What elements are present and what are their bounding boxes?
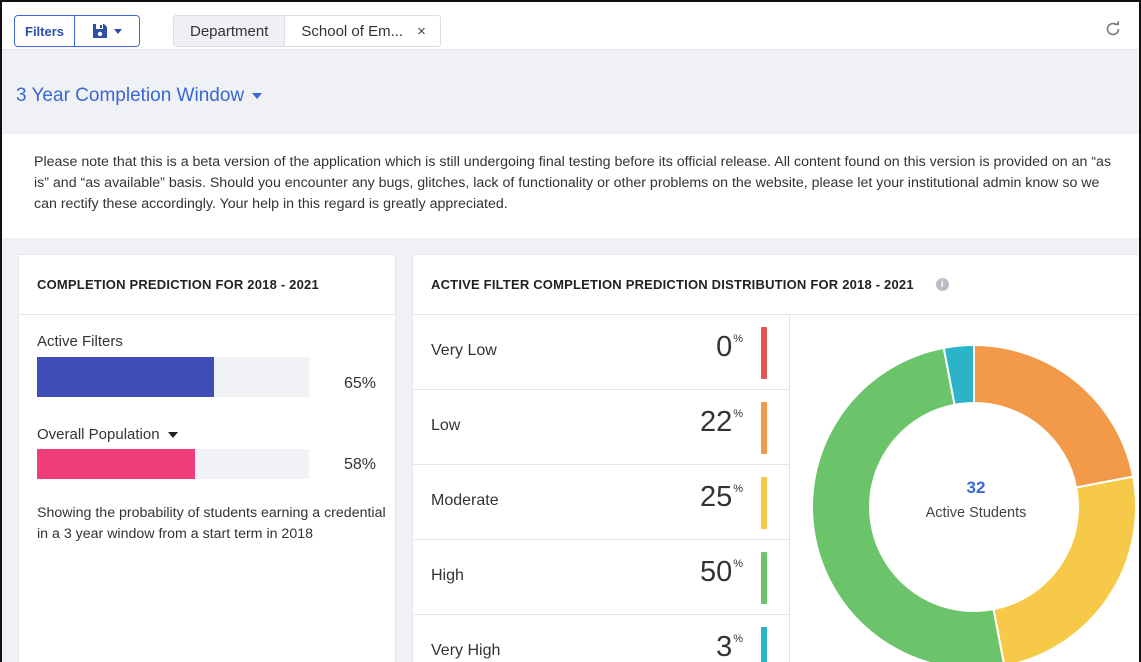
overall-population-bar-fill (37, 449, 195, 479)
top-toolbar: Filters Department School of Em... × (2, 2, 1139, 50)
active-filters-bar (37, 357, 309, 397)
active-filters-label: Active Filters (37, 333, 123, 350)
filters-button[interactable]: Filters (15, 16, 76, 46)
overall-population-label: Overall Population (37, 426, 160, 443)
distribution-row-value: 25% (699, 481, 743, 513)
distribution-row-label: Very Low (431, 342, 497, 359)
chip-value-text: School of Em... (301, 22, 404, 40)
overall-population-bar (37, 449, 309, 479)
distribution-row-color-mark (761, 402, 767, 454)
distribution-row-label: High (431, 567, 464, 584)
distribution-row-color-mark (761, 627, 767, 662)
distribution-row-color-mark (761, 327, 767, 379)
beta-notice-text: Please note that this is a beta version … (34, 154, 1112, 212)
distribution-card: ACTIVE FILTER COMPLETION PREDICTION DIST… (412, 254, 1139, 662)
save-menu-button[interactable] (75, 16, 140, 46)
overall-population-dropdown[interactable]: Overall Population (37, 426, 178, 443)
distribution-row-label: Low (431, 417, 461, 434)
distribution-row: Very Low 0% (413, 315, 789, 390)
department-filter-chip[interactable]: Department School of Em... × (173, 15, 441, 47)
distribution-donut: 32 Active Students (811, 335, 1139, 662)
donut-slice-low[interactable] (973, 343, 1135, 489)
active-filters-percent: 65% (343, 375, 376, 392)
completion-prediction-title: COMPLETION PREDICTION FOR 2018 - 2021 (19, 255, 395, 315)
distribution-row: Very High 3% (413, 615, 789, 662)
distribution-row: Moderate 25% (413, 465, 789, 540)
beta-notice: Please note that this is a beta version … (2, 134, 1139, 238)
distribution-row-value: 3% (716, 631, 743, 662)
distribution-row: Low 22% (413, 390, 789, 465)
chevron-down-icon (114, 28, 123, 34)
distribution-row-value: 0% (716, 331, 743, 363)
completion-window-label: 3 Year Completion Window (16, 85, 245, 106)
overall-population-metric: Overall Population (37, 426, 178, 443)
distribution-row-label: Very High (431, 642, 501, 659)
active-students-count: 32 (966, 478, 986, 497)
floppy-disk-icon (93, 24, 108, 38)
completion-window-dropdown[interactable]: 3 Year Completion Window (16, 85, 263, 107)
chip-value: School of Em... × (285, 16, 440, 46)
chevron-down-icon (252, 93, 263, 99)
completion-window-row: 3 Year Completion Window (2, 50, 1139, 134)
distribution-row-color-mark (761, 477, 767, 529)
active-filters-metric: Active Filters (37, 333, 123, 350)
completion-prediction-card: COMPLETION PREDICTION FOR 2018 - 2021 Ac… (18, 254, 396, 662)
distribution-row-color-mark (761, 552, 767, 604)
info-icon[interactable]: i (935, 278, 949, 291)
distribution-title-row: ACTIVE FILTER COMPLETION PREDICTION DIST… (413, 255, 1139, 315)
distribution-list: Very Low 0% Low 22% Moderate 25% High 50% Very H… (413, 315, 789, 662)
distribution-title: ACTIVE FILTER COMPLETION PREDICTION DIST… (431, 277, 914, 292)
app-frame: Filters Department School of Em... × 3 Y… (0, 0, 1141, 662)
chip-key: Department (174, 16, 286, 46)
close-icon[interactable]: × (417, 23, 426, 40)
chevron-down-icon (167, 431, 178, 438)
distribution-row-value: 22% (699, 406, 743, 438)
donut-chart (811, 343, 1137, 662)
filters-button-group: Filters (14, 15, 141, 47)
distribution-row-label: Moderate (431, 492, 499, 509)
active-filters-bar-fill (37, 357, 214, 397)
prediction-description: Showing the probability of students earn… (37, 505, 386, 542)
refresh-icon[interactable] (1105, 21, 1121, 37)
distribution-row: High 50% (413, 540, 789, 615)
divider (789, 315, 790, 662)
distribution-row-value: 50% (699, 556, 743, 588)
overall-population-percent: 58% (343, 456, 376, 473)
active-students-label: Active Students (925, 505, 1027, 521)
